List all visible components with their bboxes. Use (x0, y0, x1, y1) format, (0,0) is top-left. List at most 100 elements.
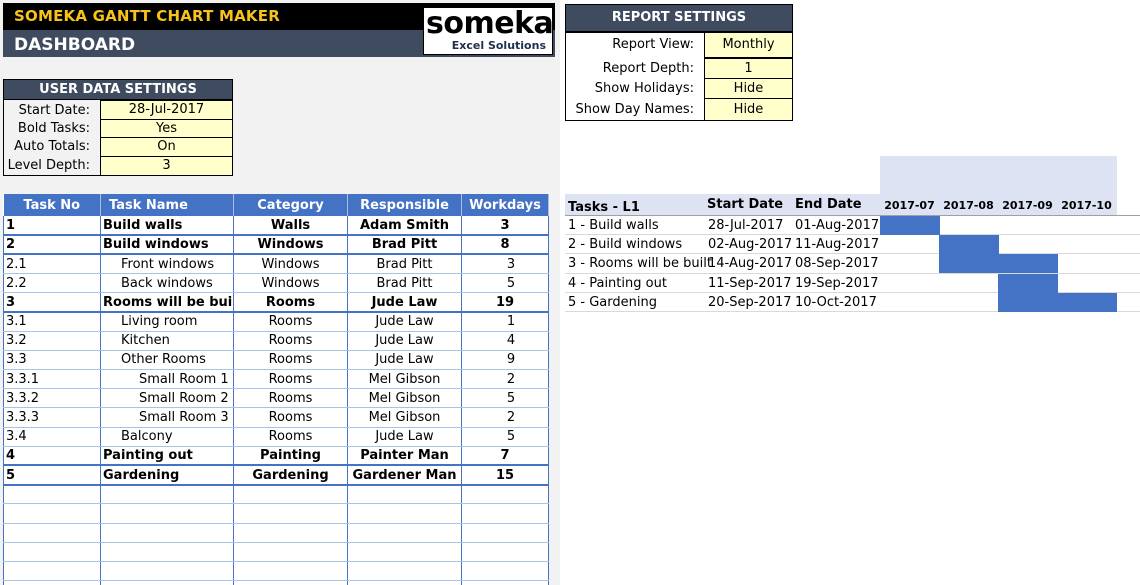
empty-task-row[interactable] (3, 503, 549, 524)
task-cell-responsible[interactable]: Jude Law (347, 350, 462, 371)
task-cell-category[interactable]: Rooms (233, 331, 348, 351)
task-cell-empty[interactable] (3, 561, 101, 582)
task-cell-workdays[interactable]: 8 (461, 235, 549, 256)
task-cell-no[interactable]: 3.3.3 (3, 407, 101, 428)
task-row[interactable]: 3.3 Other Rooms Rooms Jude Law 9 (3, 350, 549, 371)
task-cell-name[interactable]: Other Rooms (100, 350, 234, 371)
task-cell-workdays[interactable]: 2 (461, 407, 549, 428)
task-cell-empty[interactable] (100, 542, 234, 562)
column-header-task-no[interactable]: Task No (3, 194, 101, 216)
task-cell-empty[interactable] (461, 523, 549, 543)
task-cell-empty[interactable] (100, 503, 234, 524)
task-row[interactable]: 1 Build walls Walls Adam Smith 3 (3, 216, 549, 237)
task-cell-category[interactable]: Rooms (233, 350, 348, 371)
auto-totals-field[interactable]: On (100, 137, 233, 157)
task-cell-empty[interactable] (3, 523, 101, 543)
task-cell-no[interactable]: 3.4 (3, 427, 101, 447)
task-cell-empty[interactable] (3, 503, 101, 524)
bold-tasks-field[interactable]: Yes (100, 119, 233, 138)
task-cell-no[interactable]: 3.1 (3, 311, 101, 332)
report-depth-field[interactable]: 1 (704, 58, 793, 79)
task-cell-empty[interactable] (3, 542, 101, 562)
task-cell-empty[interactable] (233, 484, 348, 505)
task-cell-empty[interactable] (461, 484, 549, 505)
empty-task-row[interactable] (3, 523, 549, 543)
task-cell-empty[interactable] (100, 523, 234, 543)
task-cell-no[interactable]: 4 (3, 446, 101, 467)
task-cell-workdays[interactable]: 15 (461, 465, 549, 486)
task-row[interactable]: 3.4 Balcony Rooms Jude Law 5 (3, 427, 549, 447)
task-cell-category[interactable]: Rooms (233, 388, 348, 409)
task-cell-responsible[interactable]: Jude Law (347, 427, 462, 447)
task-cell-no[interactable]: 2 (3, 235, 101, 256)
task-cell-no[interactable]: 3.3.1 (3, 369, 101, 390)
column-header-responsible[interactable]: Responsible (347, 194, 462, 216)
empty-task-row[interactable] (3, 580, 549, 585)
task-cell-workdays[interactable]: 2 (461, 369, 549, 390)
task-cell-workdays[interactable]: 4 (461, 331, 549, 351)
empty-task-row[interactable] (3, 484, 549, 505)
task-cell-workdays[interactable]: 19 (461, 292, 549, 313)
task-cell-no[interactable]: 1 (3, 216, 101, 237)
level-depth-field[interactable]: 3 (100, 156, 233, 176)
task-row[interactable]: 3.3.2 Small Room 2 Rooms Mel Gibson 5 (3, 388, 549, 409)
task-cell-name[interactable]: Small Room 3 (100, 407, 234, 428)
task-cell-empty[interactable] (100, 484, 234, 505)
task-cell-workdays[interactable]: 5 (461, 273, 549, 294)
task-cell-name[interactable]: Gardening (100, 465, 234, 486)
task-cell-empty[interactable] (233, 580, 348, 585)
empty-task-row[interactable] (3, 542, 549, 562)
task-cell-name[interactable]: Build walls (100, 216, 234, 237)
task-cell-category[interactable]: Walls (233, 216, 348, 237)
task-cell-workdays[interactable]: 3 (461, 216, 549, 237)
task-cell-no[interactable]: 2.1 (3, 254, 101, 275)
task-row[interactable]: 3.3.3 Small Room 3 Rooms Mel Gibson 2 (3, 407, 549, 428)
task-cell-name[interactable]: Painting out (100, 446, 234, 467)
task-cell-category[interactable]: Gardening (233, 465, 348, 486)
task-cell-empty[interactable] (347, 503, 462, 524)
task-cell-workdays[interactable]: 9 (461, 350, 549, 371)
task-row[interactable]: 5 Gardening Gardening Gardener Man 15 (3, 465, 549, 486)
task-cell-responsible[interactable]: Brad Pitt (347, 273, 462, 294)
task-cell-name[interactable]: Back windows (100, 273, 234, 294)
task-cell-category[interactable]: Rooms (233, 407, 348, 428)
task-row[interactable]: 2.1 Front windows Windows Brad Pitt 3 (3, 254, 549, 275)
task-row[interactable]: 3 Rooms will be built Rooms Jude Law 19 (3, 292, 549, 313)
task-cell-category[interactable]: Rooms (233, 311, 348, 332)
task-cell-empty[interactable] (347, 523, 462, 543)
task-cell-name[interactable]: Build windows (100, 235, 234, 256)
task-cell-responsible[interactable]: Brad Pitt (347, 235, 462, 256)
task-cell-empty[interactable] (233, 503, 348, 524)
task-cell-category[interactable]: Rooms (233, 369, 348, 390)
task-cell-empty[interactable] (347, 580, 462, 585)
task-cell-responsible[interactable]: Adam Smith (347, 216, 462, 237)
task-cell-name[interactable]: Small Room 2 (100, 388, 234, 409)
task-cell-empty[interactable] (347, 561, 462, 582)
task-cell-empty[interactable] (347, 542, 462, 562)
show-day-names-field[interactable]: Hide (704, 98, 793, 121)
task-cell-responsible[interactable]: Mel Gibson (347, 407, 462, 428)
task-cell-workdays[interactable]: 5 (461, 388, 549, 409)
task-cell-category[interactable]: Rooms (233, 427, 348, 447)
task-cell-empty[interactable] (461, 542, 549, 562)
task-cell-responsible[interactable]: Jude Law (347, 292, 462, 313)
task-cell-name[interactable]: Balcony (100, 427, 234, 447)
task-cell-empty[interactable] (347, 484, 462, 505)
task-cell-no[interactable]: 3.3.2 (3, 388, 101, 409)
task-row[interactable]: 3.2 Kitchen Rooms Jude Law 4 (3, 331, 549, 351)
task-cell-empty[interactable] (461, 561, 549, 582)
task-cell-responsible[interactable]: Gardener Man (347, 465, 462, 486)
task-cell-workdays[interactable]: 7 (461, 446, 549, 467)
task-cell-workdays[interactable]: 5 (461, 427, 549, 447)
task-cell-name[interactable]: Front windows (100, 254, 234, 275)
task-cell-responsible[interactable]: Jude Law (347, 311, 462, 332)
task-cell-category[interactable]: Painting (233, 446, 348, 467)
task-cell-empty[interactable] (461, 580, 549, 585)
task-cell-empty[interactable] (233, 561, 348, 582)
task-cell-responsible[interactable]: Jude Law (347, 331, 462, 351)
task-cell-name[interactable]: Kitchen (100, 331, 234, 351)
task-cell-empty[interactable] (3, 580, 101, 585)
task-cell-name[interactable]: Living room (100, 311, 234, 332)
task-cell-empty[interactable] (233, 523, 348, 543)
task-cell-no[interactable]: 3.3 (3, 350, 101, 371)
